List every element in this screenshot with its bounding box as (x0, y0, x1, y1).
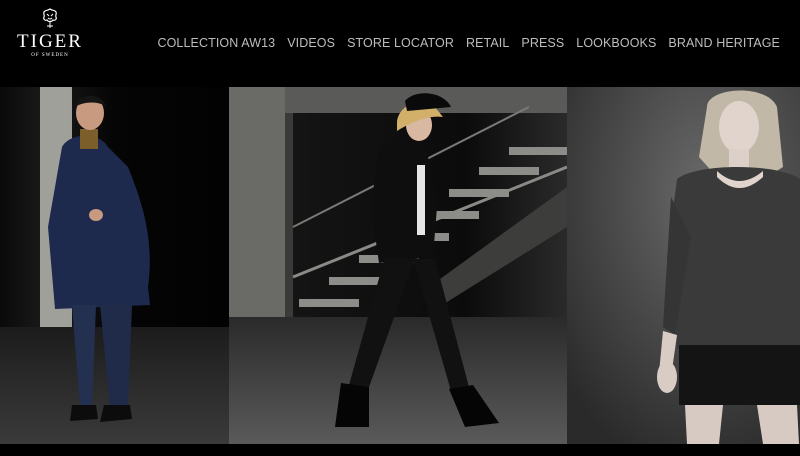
brand-name: TIGER (17, 31, 83, 52)
bottom-band (0, 444, 800, 456)
brand-tagline: OF SWEDEN (31, 53, 69, 58)
page: TIGER OF SWEDEN COLLECTION AW13 VIDEOS S… (0, 0, 800, 456)
nav-item-retail[interactable]: RETAIL (466, 36, 509, 50)
lookbook-photo-woman-staircase[interactable] (229, 87, 567, 444)
tiger-crest-icon (43, 8, 57, 28)
site-header: TIGER OF SWEDEN COLLECTION AW13 VIDEOS S… (0, 0, 800, 87)
nav-item-store-locator[interactable]: STORE LOCATOR (347, 36, 454, 50)
nav-item-press[interactable]: PRESS (521, 36, 564, 50)
lookbook-photo-man-navy-coat[interactable] (0, 87, 229, 444)
main-nav: COLLECTION AW13 VIDEOS STORE LOCATOR RET… (157, 36, 780, 50)
nav-item-brand-heritage[interactable]: BRAND HERITAGE (668, 36, 780, 50)
lookbook-photo-strip (0, 87, 800, 444)
nav-item-videos[interactable]: VIDEOS (287, 36, 335, 50)
lookbook-photo-woman-sweater[interactable] (567, 87, 800, 444)
nav-item-lookbooks[interactable]: LOOKBOOKS (576, 36, 656, 50)
brand-logo[interactable]: TIGER OF SWEDEN (8, 8, 92, 62)
nav-item-collection[interactable]: COLLECTION AW13 (157, 36, 275, 50)
